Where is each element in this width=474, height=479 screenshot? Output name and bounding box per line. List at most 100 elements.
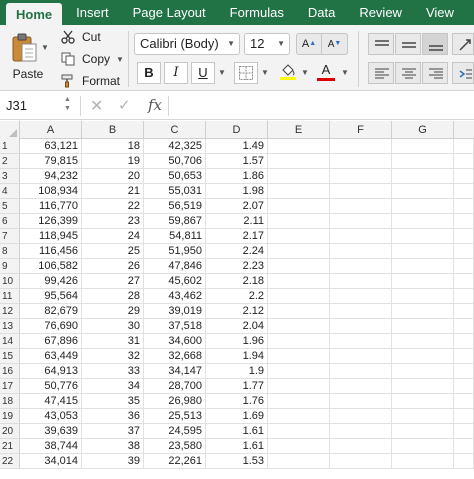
cell[interactable] <box>330 334 392 349</box>
cell[interactable] <box>454 244 474 259</box>
cell[interactable] <box>392 379 454 394</box>
cell[interactable] <box>392 364 454 379</box>
cell[interactable] <box>330 244 392 259</box>
column-header-h[interactable] <box>454 121 474 139</box>
cell[interactable]: 1.53 <box>206 454 268 469</box>
cell[interactable] <box>392 184 454 199</box>
cell[interactable] <box>268 379 330 394</box>
row-header[interactable]: 6 <box>0 214 20 229</box>
cell[interactable] <box>454 304 474 319</box>
cell[interactable] <box>392 244 454 259</box>
cell[interactable] <box>392 409 454 424</box>
cell[interactable] <box>268 319 330 334</box>
cell[interactable] <box>268 364 330 379</box>
cell[interactable] <box>330 349 392 364</box>
cell[interactable]: 38,744 <box>20 439 82 454</box>
cell[interactable]: 2.07 <box>206 199 268 214</box>
cell[interactable] <box>268 349 330 364</box>
cell[interactable]: 39,019 <box>144 304 206 319</box>
cell[interactable]: 31 <box>82 334 144 349</box>
cell[interactable]: 24,595 <box>144 424 206 439</box>
cell[interactable]: 19 <box>82 154 144 169</box>
increase-font-size-button[interactable]: A▲ <box>296 33 322 55</box>
cell[interactable] <box>330 274 392 289</box>
paste-button[interactable]: ▼ Paste <box>8 31 49 87</box>
cell[interactable]: 1.57 <box>206 154 268 169</box>
cell[interactable] <box>330 154 392 169</box>
cell[interactable]: 36 <box>82 409 144 424</box>
cell[interactable]: 126,399 <box>20 214 82 229</box>
cell[interactable] <box>392 349 454 364</box>
cell[interactable]: 43,462 <box>144 289 206 304</box>
cell[interactable]: 1.69 <box>206 409 268 424</box>
cell[interactable] <box>454 364 474 379</box>
align-top-button[interactable] <box>368 33 394 55</box>
cell[interactable] <box>330 379 392 394</box>
cell[interactable] <box>454 334 474 349</box>
cell[interactable] <box>330 229 392 244</box>
cell[interactable] <box>330 439 392 454</box>
row-header[interactable]: 3 <box>0 169 20 184</box>
copy-dropdown-icon[interactable]: ▼ <box>116 55 124 64</box>
cell[interactable] <box>454 184 474 199</box>
row-header[interactable]: 7 <box>0 229 20 244</box>
cell[interactable]: 29 <box>82 304 144 319</box>
cell[interactable]: 34 <box>82 379 144 394</box>
row-header[interactable]: 2 <box>0 154 20 169</box>
column-header-d[interactable]: D <box>206 121 268 139</box>
cell[interactable] <box>330 394 392 409</box>
cell[interactable]: 2.24 <box>206 244 268 259</box>
borders-button[interactable] <box>234 62 258 84</box>
cell[interactable] <box>392 334 454 349</box>
align-middle-button[interactable] <box>395 33 421 55</box>
cell[interactable]: 34,147 <box>144 364 206 379</box>
cell[interactable]: 64,913 <box>20 364 82 379</box>
cell[interactable]: 32 <box>82 349 144 364</box>
cell[interactable]: 23 <box>82 214 144 229</box>
cell[interactable]: 26,980 <box>144 394 206 409</box>
cell[interactable]: 1.86 <box>206 169 268 184</box>
column-header-g[interactable]: G <box>392 121 454 139</box>
cell[interactable]: 67,896 <box>20 334 82 349</box>
fill-color-button[interactable] <box>276 62 300 84</box>
cell[interactable] <box>330 454 392 469</box>
row-header[interactable]: 11 <box>0 289 20 304</box>
cell[interactable] <box>392 439 454 454</box>
cell[interactable]: 25 <box>82 244 144 259</box>
cell[interactable]: 108,934 <box>20 184 82 199</box>
cell[interactable] <box>330 319 392 334</box>
fill-color-dropdown-icon[interactable]: ▼ <box>298 62 312 84</box>
cell[interactable] <box>454 379 474 394</box>
cell[interactable]: 1.96 <box>206 334 268 349</box>
row-header[interactable]: 13 <box>0 319 20 334</box>
cell[interactable] <box>268 184 330 199</box>
cell[interactable] <box>454 454 474 469</box>
cell[interactable]: 37 <box>82 424 144 439</box>
cell[interactable]: 2.2 <box>206 289 268 304</box>
cell[interactable] <box>454 349 474 364</box>
cell[interactable]: 2.11 <box>206 214 268 229</box>
cell[interactable]: 82,679 <box>20 304 82 319</box>
row-header[interactable]: 9 <box>0 259 20 274</box>
cell[interactable]: 33 <box>82 364 144 379</box>
tab-insert[interactable]: Insert <box>64 0 121 25</box>
cell[interactable]: 106,582 <box>20 259 82 274</box>
cell[interactable]: 43,053 <box>20 409 82 424</box>
row-header[interactable]: 20 <box>0 424 20 439</box>
cell[interactable] <box>392 259 454 274</box>
cell[interactable] <box>268 454 330 469</box>
cell[interactable]: 22 <box>82 199 144 214</box>
cell[interactable] <box>330 289 392 304</box>
font-name-select[interactable]: Calibri (Body) ▼ <box>134 33 240 55</box>
cell[interactable] <box>330 184 392 199</box>
cell[interactable]: 28 <box>82 289 144 304</box>
cell[interactable] <box>268 409 330 424</box>
cell[interactable] <box>392 139 454 154</box>
cell[interactable]: 51,950 <box>144 244 206 259</box>
cell[interactable]: 99,426 <box>20 274 82 289</box>
column-header-e[interactable]: E <box>268 121 330 139</box>
cell[interactable] <box>454 259 474 274</box>
row-header[interactable]: 8 <box>0 244 20 259</box>
cell[interactable] <box>268 259 330 274</box>
column-header-f[interactable]: F <box>330 121 392 139</box>
